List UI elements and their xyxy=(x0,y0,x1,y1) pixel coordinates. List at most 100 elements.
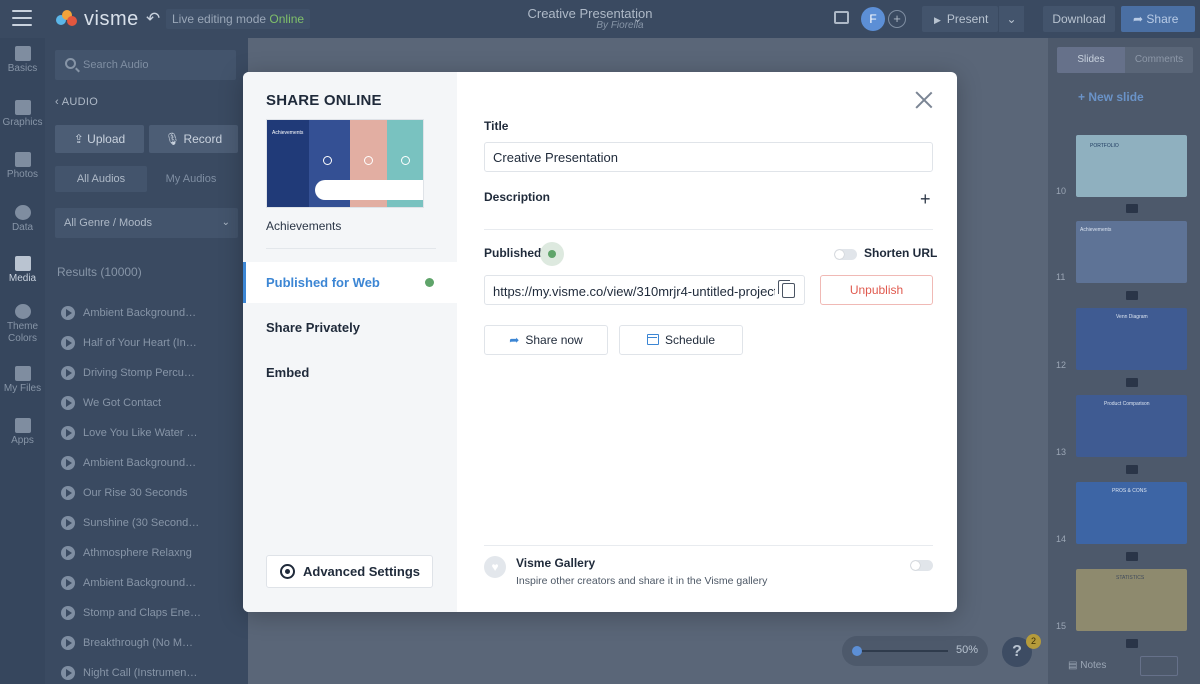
copy-icon[interactable] xyxy=(778,280,795,298)
present-options-button[interactable]: ⌄ xyxy=(998,6,1024,32)
play-icon[interactable] xyxy=(61,636,75,650)
search-input[interactable] xyxy=(83,56,233,74)
tab-all-audios[interactable]: All Audios xyxy=(55,166,147,192)
tab-published-for-web[interactable]: Published for Web xyxy=(243,262,457,303)
avatar[interactable]: F xyxy=(861,7,885,31)
list-item[interactable]: Driving Stomp Percu… xyxy=(61,358,241,388)
add-collaborator-icon[interactable]: + xyxy=(888,10,906,28)
zoom-slider-handle[interactable] xyxy=(852,646,862,656)
tab-label: Published for Web xyxy=(266,275,380,290)
add-slide-icon[interactable] xyxy=(1126,552,1138,561)
rail-label: Theme xyxy=(6,321,39,332)
tab-embed[interactable]: Embed xyxy=(243,352,457,393)
present-button[interactable]: ▶ Present xyxy=(922,6,998,32)
play-icon[interactable] xyxy=(61,396,75,410)
advanced-settings-button[interactable]: Advanced Settings xyxy=(266,555,433,588)
gallery-title: Visme Gallery xyxy=(516,556,596,570)
list-item[interactable]: Our Rise 30 Seconds xyxy=(61,478,241,508)
add-slide-icon[interactable] xyxy=(1126,465,1138,474)
url-input[interactable] xyxy=(493,281,775,301)
play-icon[interactable] xyxy=(61,546,75,560)
search-box[interactable] xyxy=(55,50,236,80)
grid-view-toggle[interactable] xyxy=(1140,656,1178,676)
back-to-audio[interactable]: ‹ AUDIO xyxy=(55,96,98,108)
logo-text: visme xyxy=(84,8,139,30)
play-icon[interactable] xyxy=(61,516,75,530)
play-icon[interactable] xyxy=(61,306,75,320)
slide-thumbnail[interactable]: Product Comparison xyxy=(1076,395,1187,457)
add-description-icon[interactable]: + xyxy=(920,189,931,210)
rail-item-basics[interactable]: Basics xyxy=(0,46,45,74)
rail-item-graphics[interactable]: Graphics xyxy=(0,100,45,128)
list-item[interactable]: Ambient Background… xyxy=(61,568,241,598)
share-button[interactable]: ➦ Share xyxy=(1121,6,1195,32)
rail-item-my-files[interactable]: My Files xyxy=(0,366,45,394)
play-icon[interactable] xyxy=(61,486,75,500)
zoom-slider-track[interactable] xyxy=(858,650,948,652)
record-button[interactable]: 🎙 Record xyxy=(149,125,238,153)
shorten-url-toggle[interactable] xyxy=(834,249,857,260)
gallery-toggle[interactable] xyxy=(910,560,933,571)
schedule-button[interactable]: Schedule xyxy=(619,325,743,355)
rail-item-theme-colors[interactable]: Theme Colors xyxy=(0,304,45,345)
add-slide-icon[interactable] xyxy=(1126,204,1138,213)
chevron-down-icon[interactable]: ⌄ xyxy=(633,12,642,25)
title-field[interactable] xyxy=(484,142,933,172)
visme-logo[interactable]: visme xyxy=(56,8,139,31)
tab-comments[interactable]: Comments xyxy=(1125,47,1193,73)
slide-thumbnail[interactable]: PORTFOLIO xyxy=(1076,135,1187,197)
rail-item-photos[interactable]: Photos xyxy=(0,152,45,180)
track-title: Ambient Background… xyxy=(83,457,197,469)
share-now-button[interactable]: ➦ Share now xyxy=(484,325,608,355)
play-icon[interactable] xyxy=(61,606,75,620)
close-icon[interactable] xyxy=(913,89,935,111)
tab-share-privately[interactable]: Share Privately xyxy=(243,307,457,348)
add-slide-icon[interactable] xyxy=(1126,378,1138,387)
genre-select[interactable]: All Genre / Moods ⌄ xyxy=(55,208,238,238)
comments-icon[interactable] xyxy=(834,11,849,24)
tab-slides[interactable]: Slides xyxy=(1057,47,1125,73)
slide-thumbnail[interactable]: PROS & CONS xyxy=(1076,482,1187,544)
menu-icon[interactable] xyxy=(12,10,32,26)
list-item[interactable]: Breakthrough (No M… xyxy=(61,628,241,658)
play-icon[interactable] xyxy=(61,576,75,590)
play-icon[interactable] xyxy=(61,426,75,440)
rail-item-apps[interactable]: Apps xyxy=(0,418,45,446)
chart-icon xyxy=(401,156,410,165)
rail-item-media[interactable]: Media xyxy=(0,256,45,284)
slide-thumb-title: STATISTICS xyxy=(1116,575,1145,581)
list-item[interactable]: Half of Your Heart (In… xyxy=(61,328,241,358)
slide-thumbnail[interactable]: Venn Diagram xyxy=(1076,308,1187,370)
description-label: Description xyxy=(484,190,551,204)
schedule-label: Schedule xyxy=(664,333,716,347)
list-item[interactable]: Ambient Background… xyxy=(61,298,241,328)
list-item[interactable]: We Got Contact xyxy=(61,388,241,418)
slide-thumbnail[interactable]: Achievements xyxy=(1076,221,1187,283)
unpublish-button[interactable]: Unpublish xyxy=(820,275,933,305)
rail-label: Colors xyxy=(8,333,37,344)
add-slide-icon[interactable] xyxy=(1126,291,1138,300)
new-slide-button[interactable]: + New slide xyxy=(1078,90,1144,104)
list-item[interactable]: Stomp and Claps Ene… xyxy=(61,598,241,628)
add-slide-icon[interactable] xyxy=(1126,639,1138,648)
list-item[interactable]: Love You Like Water … xyxy=(61,418,241,448)
notes-button[interactable]: ▤ Notes xyxy=(1068,660,1106,671)
upload-button[interactable]: ⇪ Upload xyxy=(55,125,144,153)
slide-thumbnail[interactable]: STATISTICS xyxy=(1076,569,1187,631)
play-icon[interactable] xyxy=(61,336,75,350)
slide-number: 11 xyxy=(1056,272,1066,282)
list-item[interactable]: Night Call (Instrumen… xyxy=(61,658,241,684)
document-title-block[interactable]: Creative Presentation By Fiorella ⌄ xyxy=(440,6,740,31)
play-icon[interactable] xyxy=(61,666,75,680)
list-item[interactable]: Ambient Background… xyxy=(61,448,241,478)
palette-icon xyxy=(14,304,31,319)
play-icon[interactable] xyxy=(61,366,75,380)
undo-icon[interactable]: ↶ xyxy=(146,9,160,29)
list-item[interactable]: Sunshine (30 Second… xyxy=(61,508,241,538)
rail-item-data[interactable]: Data xyxy=(0,205,45,233)
project-name: Achievements xyxy=(266,219,342,233)
play-icon[interactable] xyxy=(61,456,75,470)
download-button[interactable]: Download xyxy=(1043,6,1115,32)
list-item[interactable]: Athmosphere Relaxng xyxy=(61,538,241,568)
tab-my-audios[interactable]: My Audios xyxy=(145,166,237,192)
